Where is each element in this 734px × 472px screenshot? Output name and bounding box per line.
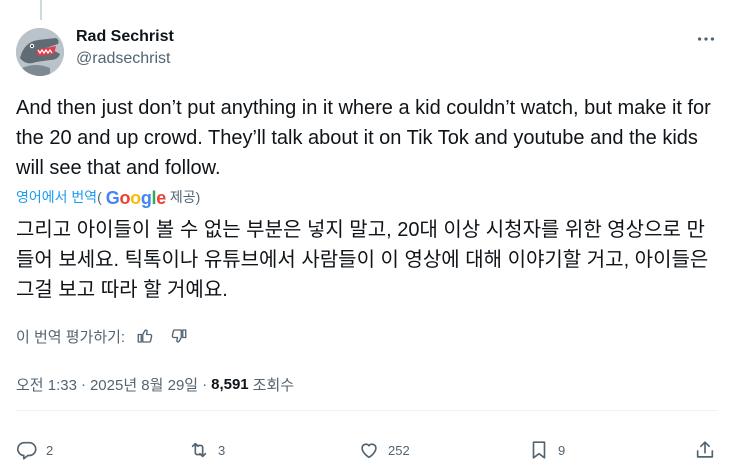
like-count: 252 xyxy=(388,442,410,458)
reply-icon xyxy=(17,441,37,460)
rate-translation-row: 이 번역 평가하기: xyxy=(16,324,189,348)
share-icon xyxy=(696,441,714,458)
open-paren: ( xyxy=(97,189,102,205)
views-count: 8,591 xyxy=(211,375,249,393)
like-button[interactable]: 252 xyxy=(358,436,410,464)
tweet-header: Rad Sechrist @radsechrist xyxy=(16,24,718,80)
google-logo: Google xyxy=(105,188,167,208)
author-handle[interactable]: @radsechrist xyxy=(76,48,174,70)
thumbs-up-icon xyxy=(137,329,153,343)
tweet-metadata: 오전 1:33 · 2025년 8월 29일 · 8,591 조회수 xyxy=(16,373,294,395)
meta-separator: · xyxy=(202,375,208,393)
tweet-time[interactable]: 오전 1:33 xyxy=(16,374,77,395)
tweet-date[interactable]: 2025년 8월 29일 xyxy=(90,374,198,395)
heart-icon xyxy=(361,443,377,459)
rate-translation-label: 이 번역 평가하기: xyxy=(16,328,126,346)
retweet-icon xyxy=(191,442,207,458)
bookmark-button[interactable]: 9 xyxy=(528,436,565,464)
translated-text: 그리고 아이들이 볼 수 없는 부분은 넣지 말고, 20대 이상 시청자를 위… xyxy=(16,219,709,301)
translation-attribution: 영어에서 번역( Google 제공) xyxy=(16,186,200,209)
thumbs-down-button[interactable] xyxy=(169,326,189,346)
bookmark-icon xyxy=(532,441,546,459)
meta-separator: · xyxy=(80,375,86,393)
share-button[interactable] xyxy=(694,436,716,464)
author-display-name[interactable]: Rad Sechrist xyxy=(76,27,174,47)
author-names: Rad Sechrist @radsechrist xyxy=(76,27,174,70)
bookmark-count: 9 xyxy=(558,442,566,458)
tweet-text: And then just don’t put anything in it w… xyxy=(16,97,711,179)
reply-button[interactable]: 2 xyxy=(16,436,53,464)
divider xyxy=(16,410,718,411)
translated-from-link[interactable]: 영어에서 번역 xyxy=(16,189,97,205)
action-bar: 2 3 252 9 xyxy=(16,436,718,464)
thread-connector-line xyxy=(40,0,42,20)
thumbs-up-button[interactable] xyxy=(135,326,155,346)
crocodile-avatar-icon xyxy=(16,28,64,76)
avatar[interactable] xyxy=(16,28,64,76)
views-label: 조회수 xyxy=(252,376,295,394)
retweet-button[interactable]: 3 xyxy=(188,436,225,464)
more-options-button[interactable] xyxy=(694,28,718,48)
provided-by-label: 제공) xyxy=(169,189,201,205)
reply-count: 2 xyxy=(46,442,54,458)
more-horizontal-icon xyxy=(697,37,715,41)
thumbs-down-icon xyxy=(171,329,187,343)
retweet-count: 3 xyxy=(218,442,226,458)
